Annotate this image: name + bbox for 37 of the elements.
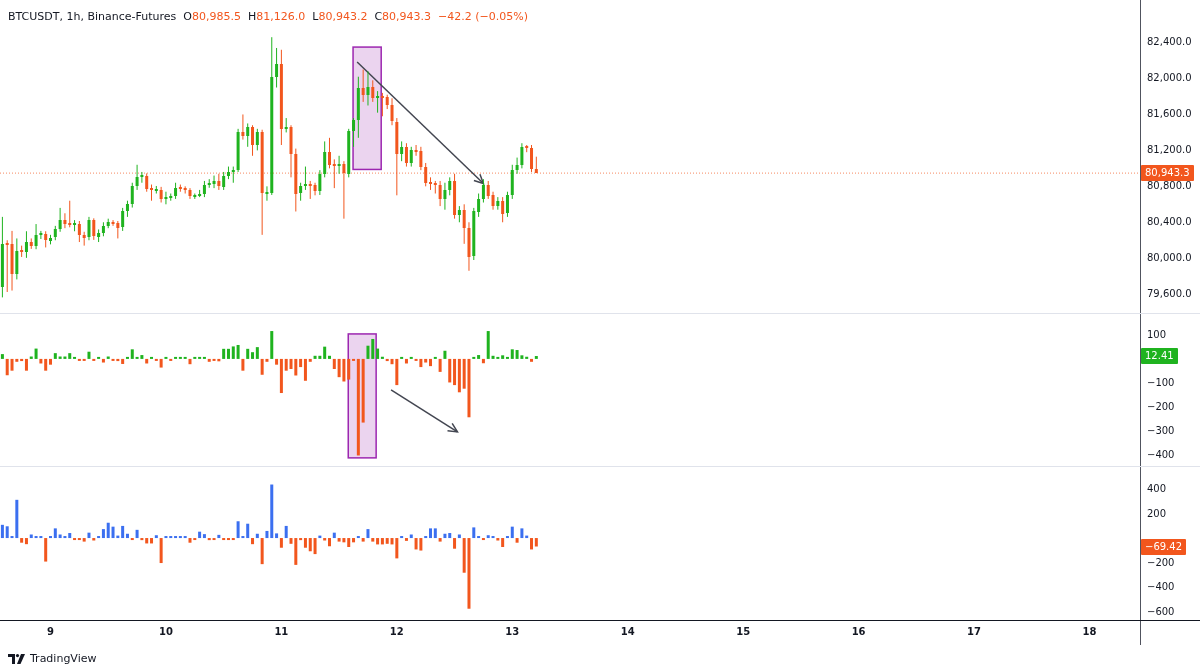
axis-label: 81,200.0 xyxy=(1147,143,1192,158)
ohlc-value: L80,943.2 xyxy=(312,10,368,23)
date-label: 14 xyxy=(619,626,636,637)
axis-label: 79,600.0 xyxy=(1147,286,1192,301)
date-label: 13 xyxy=(504,626,521,637)
axis-label: 200 xyxy=(1147,506,1167,521)
axis-label: 100 xyxy=(1147,327,1167,342)
axis-label: 80,400.0 xyxy=(1147,214,1192,229)
last-value-label: 80,943.3 xyxy=(1141,165,1194,182)
brand-name: TradingView xyxy=(30,652,97,665)
date-label: 11 xyxy=(273,626,290,637)
axis-label: 400 xyxy=(1147,482,1167,497)
symbol-title: BTCUSDT, 1h, Binance-Futures xyxy=(8,10,177,23)
axis-label: −400 xyxy=(1147,580,1175,595)
axis-label: −300 xyxy=(1147,423,1175,438)
axis-label: 81,600.0 xyxy=(1147,107,1192,122)
date-label: 9 xyxy=(46,626,55,637)
axis-label: 82,000.0 xyxy=(1147,71,1192,86)
axis-label: −600 xyxy=(1147,604,1175,619)
last-value-label: 12.41 xyxy=(1141,348,1178,365)
axis-label: −200 xyxy=(1147,555,1175,570)
date-label: 18 xyxy=(1081,626,1098,637)
axis-label: 82,400.0 xyxy=(1147,35,1192,50)
date-label: 17 xyxy=(966,626,982,637)
price-change: −42.2 (−0.05%) xyxy=(438,10,528,23)
ohlc-value: H81,126.0 xyxy=(248,10,306,23)
date-label: 16 xyxy=(850,626,867,637)
axis-label: −100 xyxy=(1147,375,1175,390)
axis-label: 80,000.0 xyxy=(1147,250,1192,265)
date-label: 12 xyxy=(388,626,405,637)
date-label: 10 xyxy=(157,626,174,637)
axis-label: −400 xyxy=(1147,448,1175,462)
last-value-label: −69.42 xyxy=(1141,538,1186,555)
axis-label: −200 xyxy=(1147,399,1175,414)
date-label: 15 xyxy=(735,626,752,637)
ohlc-value: O80,985.5 xyxy=(183,10,241,23)
ohlc-value: C80,943.3 xyxy=(374,10,432,23)
